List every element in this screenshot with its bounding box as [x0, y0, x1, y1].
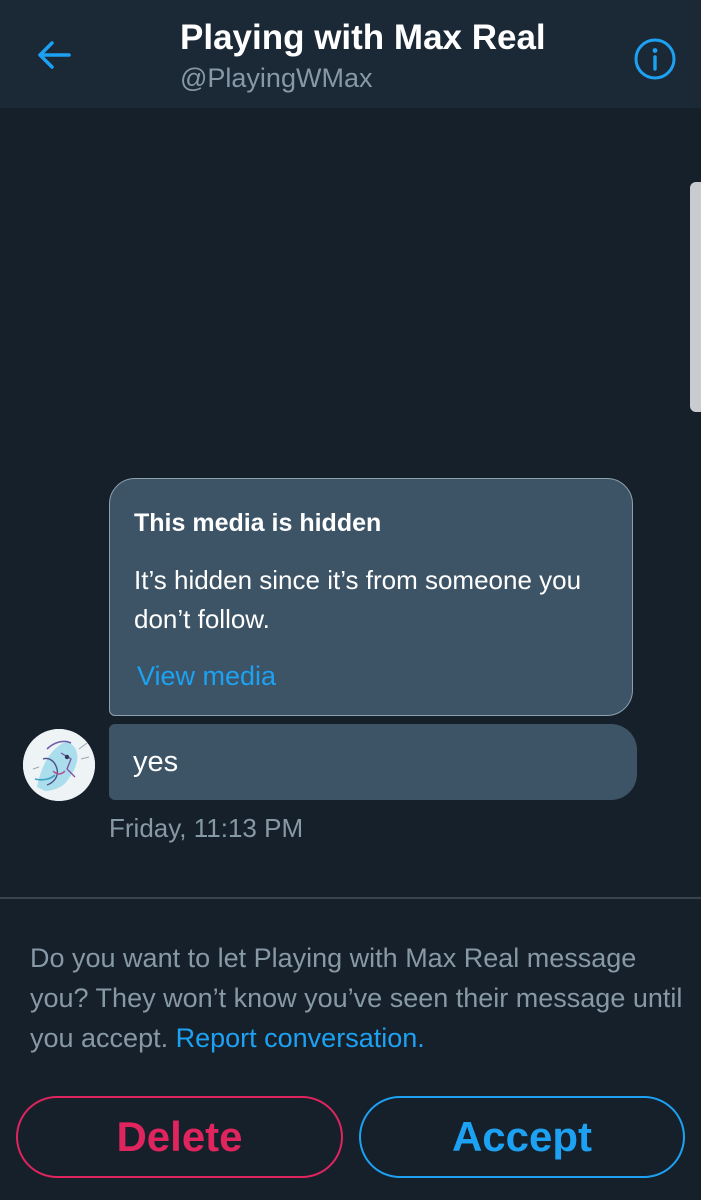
- hidden-media-description: It’s hidden since it’s from someone you …: [134, 565, 582, 634]
- arrow-left-icon: [38, 41, 71, 69]
- accept-button[interactable]: Accept: [359, 1096, 685, 1178]
- conversation-title: Playing with Max Real: [180, 18, 546, 57]
- message-text: yes: [133, 746, 179, 778]
- dm-conversation-screen: Playing with Max Real @PlayingWMax This …: [0, 0, 701, 1200]
- divider: [0, 897, 701, 899]
- conversation-header: Playing with Max Real @PlayingWMax: [0, 0, 701, 108]
- delete-button[interactable]: Delete: [16, 1096, 343, 1178]
- back-button[interactable]: [26, 30, 82, 80]
- info-icon: [634, 38, 676, 80]
- info-button[interactable]: [632, 36, 678, 82]
- view-media-link[interactable]: View media: [137, 661, 276, 692]
- scrollbar[interactable]: [690, 182, 701, 412]
- report-conversation-link[interactable]: Report conversation.: [176, 1023, 425, 1053]
- avatar[interactable]: [23, 729, 95, 801]
- hidden-media-title: This media is hidden: [134, 509, 382, 537]
- message-request-prompt: Do you want to let Playing with Max Real…: [30, 938, 690, 1058]
- hidden-media-card: This media is hidden It’s hidden since i…: [109, 478, 633, 716]
- avatar-image: [23, 729, 95, 801]
- conversation-handle: @PlayingWMax: [180, 63, 373, 93]
- message-bubble[interactable]: yes: [109, 724, 637, 800]
- message-timestamp: Friday, 11:13 PM: [109, 813, 304, 843]
